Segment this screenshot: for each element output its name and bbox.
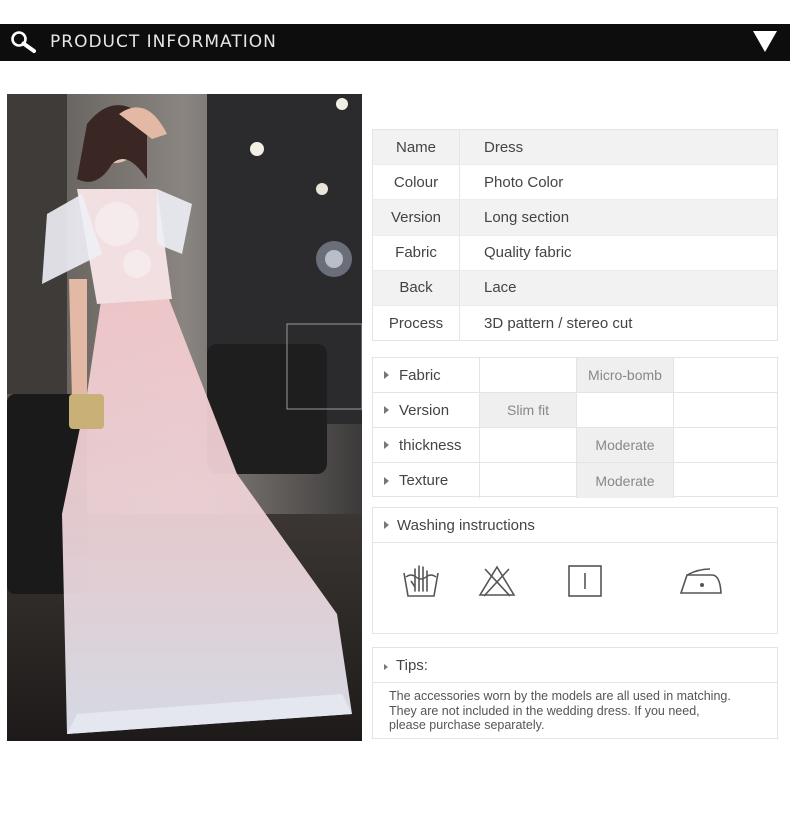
attribute-label-text: Texture [399,472,449,489]
spec-key: Version [373,200,460,235]
attribute-grid: Fabric Micro-bomb Version Slim fit thick… [372,357,778,498]
triangle-right-icon [384,406,389,414]
triangle-down-icon[interactable] [752,30,778,54]
attribute-cell-selected: Micro-bomb [577,358,674,392]
tips-line: They are not included in the wedding dre… [389,703,700,718]
tips-header: Tips: [373,648,777,683]
spec-value: Photo Color [484,173,564,191]
attribute-cell-selected: Moderate [577,463,674,498]
triangle-right-icon [384,521,389,529]
attribute-label-text: Fabric [399,366,441,384]
spec-key: Colour [373,165,460,200]
hand-wash-icon [403,565,439,597]
tips-text: The accessories worn by the models are a… [373,683,777,733]
spec-value: 3D pattern / stereo cut [484,315,633,333]
tips-line: The accessories worn by the models are a… [389,689,731,703]
triangle-right-icon [384,663,388,670]
attribute-label-text: Version [399,401,450,419]
spec-row: Name Dress [373,130,777,166]
triangle-right-icon [384,476,389,485]
low-iron-icon [679,568,722,594]
spec-value: Dress [484,138,524,156]
spec-value: Long section [484,208,570,226]
attribute-cell [674,358,777,392]
tips-box: Tips: The accessories worn by the models… [372,647,778,739]
header-bar: PRODUCT INFORMATION [0,24,790,61]
spec-key: Process [373,305,460,342]
washing-instructions: Washing instructions [372,507,778,634]
triangle-right-icon [384,371,389,379]
section-title: PRODUCT INFORMATION [50,32,277,52]
spec-table: Name Dress Colour Photo Color Version Lo… [372,129,778,342]
spec-row: Colour Photo Color [373,165,777,201]
spec-row: Version Long section [373,200,777,236]
spec-value: Lace [484,279,517,297]
washing-icons [373,543,777,633]
spec-row: Process 3D pattern / stereo cut [373,305,777,342]
spec-row: Back Lace [373,270,777,306]
search-icon[interactable] [10,30,38,56]
attribute-cell [674,393,777,427]
spec-key: Name [373,130,460,165]
attribute-label-text: thickness [399,436,462,454]
attribute-label: thickness [373,428,480,462]
attribute-cell [480,428,577,462]
product-photo [7,94,362,741]
triangle-right-icon [384,441,389,449]
attribute-cell-selected: Moderate [577,428,674,462]
attribute-cell [480,358,577,392]
attribute-cell [674,428,777,462]
attribute-row-version: Version Slim fit [373,393,777,428]
spec-key: Fabric [373,235,460,270]
tips-line: please purchase separately. [389,718,545,732]
do-not-bleach-icon [478,565,516,597]
attribute-cell [480,463,577,498]
hang-dry-icon [568,565,602,597]
washing-header: Washing instructions [373,508,777,543]
spec-row: Fabric Quality fabric [373,235,777,271]
attribute-cell [577,393,674,427]
attribute-label: Fabric [373,358,480,392]
tips-title: Tips: [396,656,428,674]
spec-value: Quality fabric [484,244,572,262]
attribute-cell [674,463,777,498]
attribute-row-thickness: thickness Moderate [373,428,777,463]
attribute-cell-selected: Slim fit [480,393,577,427]
attribute-row-fabric: Fabric Micro-bomb [373,358,777,393]
attribute-label: Texture [373,463,480,498]
attribute-label: Version [373,393,480,427]
washing-title: Washing instructions [397,516,535,534]
spec-key: Back [373,270,460,305]
attribute-row-texture: Texture Moderate [373,463,777,498]
